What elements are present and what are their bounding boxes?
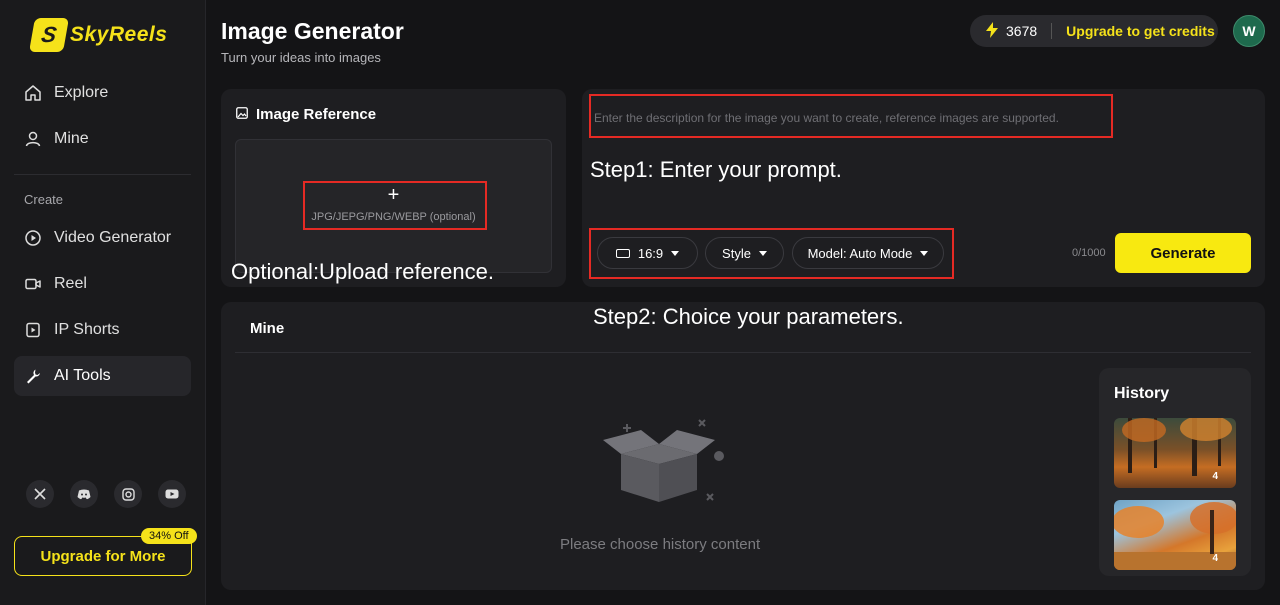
- sidebar-item-reel[interactable]: Reel: [14, 264, 191, 304]
- app-root: S SkyReels Explore Mine Create Video Gen…: [0, 0, 1280, 605]
- play-circle-icon: [24, 229, 42, 247]
- sidebar-item-label: Video Generator: [54, 229, 172, 246]
- discord-icon[interactable]: [70, 480, 98, 508]
- generate-button[interactable]: Generate: [1115, 233, 1251, 273]
- sidebar-nav-top: Explore Mine: [14, 73, 191, 165]
- credits-bar: 3678 Upgrade to get credits: [970, 15, 1218, 47]
- sidebar-nav-create: Video Generator Reel IP Shorts AI Tools: [14, 218, 191, 402]
- image-reference-label: Image Reference: [256, 106, 377, 123]
- sidebar-item-label: Reel: [54, 275, 87, 292]
- instagram-icon[interactable]: [114, 480, 142, 508]
- sidebar-item-label: AI Tools: [54, 367, 111, 384]
- character-counter: 0/1000: [1072, 247, 1106, 259]
- mine-panel: Mine Please choose history content Histo…: [221, 302, 1265, 590]
- sidebar-item-explore[interactable]: Explore: [14, 73, 191, 113]
- home-icon: [24, 84, 42, 102]
- section-label-create: Create: [24, 192, 64, 207]
- image-icon: [236, 106, 248, 123]
- social-links: [26, 480, 186, 508]
- history-panel: History 4 4: [1099, 368, 1251, 576]
- history-item-count: 4: [1212, 471, 1218, 482]
- annotation-box-parameters: [589, 228, 954, 279]
- shorts-icon: [24, 321, 42, 339]
- user-icon: [24, 130, 42, 148]
- history-thumbnail[interactable]: 4: [1114, 418, 1236, 488]
- video-camera-icon: [24, 275, 42, 293]
- x-icon[interactable]: [26, 480, 54, 508]
- history-item-count: 4: [1212, 553, 1218, 564]
- credits-count: 3678: [1006, 23, 1038, 39]
- annotation-box-upload: [303, 181, 487, 230]
- brand-logo[interactable]: S SkyReels: [29, 18, 168, 52]
- image-reference-title: Image Reference: [236, 106, 376, 123]
- page-subtitle: Turn your ideas into images: [221, 50, 381, 65]
- upgrade-credits-link[interactable]: Upgrade to get credits: [1066, 23, 1215, 39]
- sidebar-item-mine[interactable]: Mine: [14, 119, 191, 159]
- youtube-icon[interactable]: [158, 480, 186, 508]
- page-title: Image Generator: [221, 18, 404, 44]
- avatar[interactable]: W: [1233, 15, 1265, 47]
- logo-s-icon: S: [29, 18, 69, 52]
- sidebar: S SkyReels Explore Mine Create Video Gen…: [0, 0, 206, 605]
- sidebar-divider: [14, 174, 191, 175]
- logo-text: SkyReels: [70, 23, 168, 46]
- sidebar-item-ip-shorts[interactable]: IP Shorts: [14, 310, 191, 350]
- sidebar-item-video-generator[interactable]: Video Generator: [14, 218, 191, 258]
- wrench-icon: [24, 367, 42, 385]
- discount-badge: 34% Off: [141, 528, 197, 544]
- annotation-step2: Step2: Choice your parameters.: [593, 304, 904, 329]
- sidebar-item-label: Mine: [54, 130, 89, 147]
- lightning-icon: [986, 21, 998, 41]
- history-thumbnail[interactable]: 4: [1114, 500, 1236, 570]
- sidebar-item-ai-tools[interactable]: AI Tools: [14, 356, 191, 396]
- mine-divider: [235, 352, 1251, 353]
- empty-state-text: Please choose history content: [560, 536, 761, 553]
- annotation-step1: Step1: Enter your prompt.: [590, 157, 842, 182]
- empty-box-icon: [591, 410, 731, 510]
- credits-divider: [1051, 23, 1053, 39]
- mine-title: Mine: [250, 320, 285, 337]
- history-title: History: [1114, 385, 1170, 402]
- sidebar-item-label: IP Shorts: [54, 321, 120, 338]
- annotation-optional: Optional:Upload reference.: [231, 259, 494, 284]
- sidebar-item-label: Explore: [54, 84, 109, 101]
- annotation-box-prompt: [589, 94, 1113, 138]
